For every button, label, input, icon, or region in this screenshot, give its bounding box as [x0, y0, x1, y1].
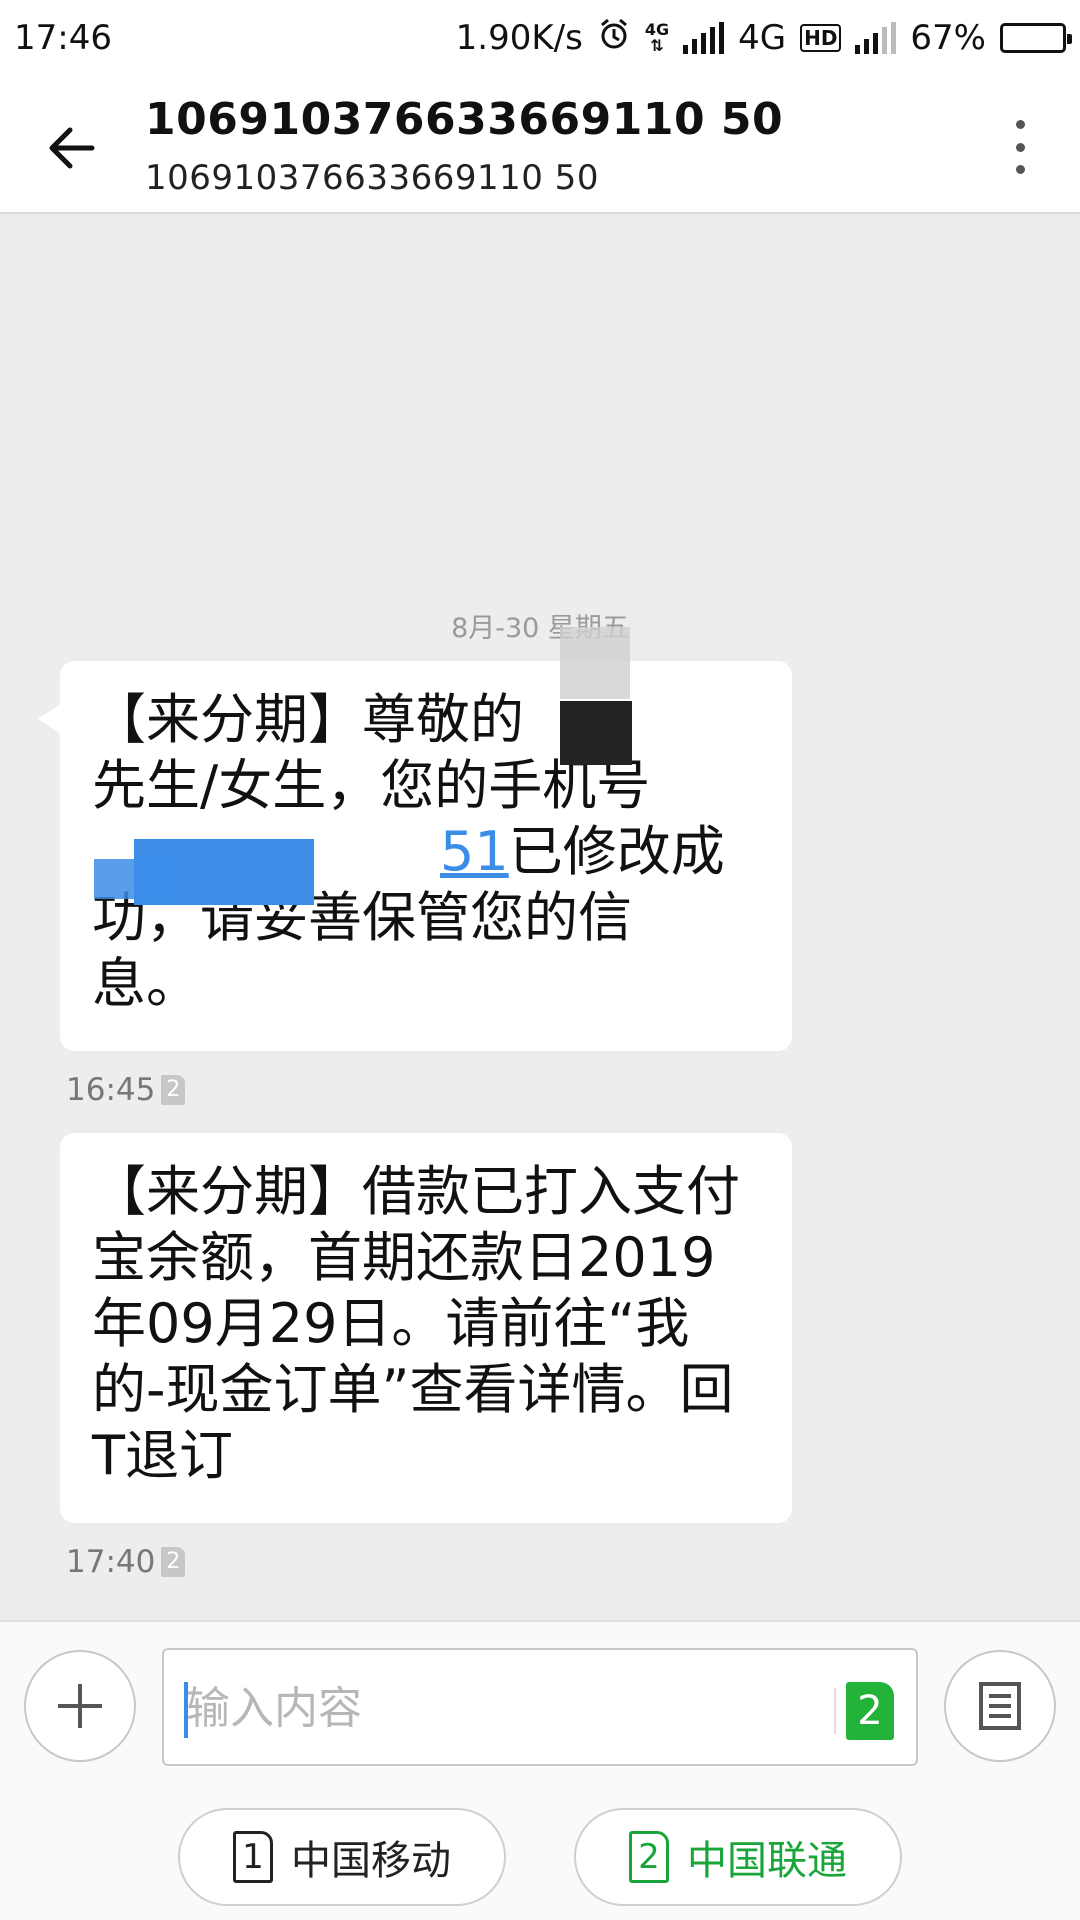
- network-type: 4G: [738, 18, 787, 58]
- message-time: 17:40: [66, 1544, 156, 1580]
- message-meta: 17:40 2: [66, 1544, 186, 1580]
- message-time: 16:45: [66, 1072, 156, 1108]
- sim1-send-button[interactable]: 1 中国移动: [178, 1808, 506, 1906]
- sim2-icon: 2: [629, 1831, 669, 1883]
- document-icon: [979, 1682, 1021, 1730]
- sim1-carrier-label: 中国移动: [291, 1838, 451, 1884]
- sim2-send-button[interactable]: 2 中国联通: [574, 1808, 902, 1906]
- battery-icon: [1000, 23, 1072, 53]
- send-sim-selector[interactable]: 2: [846, 1682, 894, 1740]
- network-speed: 1.90K/s: [455, 18, 583, 58]
- signal-sim2-icon: [855, 22, 897, 54]
- more-dot-icon: [1015, 142, 1025, 152]
- alarm-icon: [597, 17, 631, 60]
- message-meta: 16:45 2: [66, 1072, 186, 1108]
- hd-voice-icon: HD: [800, 24, 842, 52]
- status-bar: 17:46 1.90K/s 4G ⇅ 4G HD 67%: [0, 0, 1080, 76]
- contact-number: 106910376633669110 50: [145, 158, 599, 198]
- message-input-box[interactable]: 2: [162, 1648, 918, 1766]
- date-separator: 8月-30 星期五: [451, 613, 629, 644]
- sim2-carrier-label: 中国联通: [687, 1838, 847, 1884]
- sim-card-icon: 2: [161, 1075, 186, 1105]
- status-icons: 1.90K/s 4G ⇅ 4G HD 67%: [455, 17, 1072, 60]
- contact-title: 106910376633669110 50: [145, 94, 784, 145]
- conversation-header: 106910376633669110 50 106910376633669110…: [0, 76, 1080, 214]
- message-bubble[interactable]: 【来分期】借款已打入支付宝余额，首期还款日2019年09月29日。请前往“我的-…: [60, 1133, 792, 1523]
- back-button[interactable]: [40, 116, 104, 180]
- redaction-mosaic: [560, 627, 630, 699]
- more-dot-icon: [1015, 165, 1025, 174]
- quick-text-button[interactable]: [944, 1650, 1056, 1762]
- back-arrow-icon: [49, 127, 95, 169]
- more-options-button[interactable]: [1000, 114, 1040, 180]
- more-dot-icon: [1015, 120, 1025, 129]
- sms-conversation-screen: 17:46 1.90K/s 4G ⇅ 4G HD 67% 106910376633…: [0, 0, 1080, 1920]
- message-text: 【来分期】借款已打入支付宝余额，首期还款日2019年09月29日。请前往“我的-…: [92, 1160, 740, 1487]
- redaction-block: [94, 859, 174, 899]
- sim-card-icon: 2: [161, 1547, 186, 1577]
- status-time: 17:46: [14, 18, 112, 58]
- mobile-data-icon: 4G ⇅: [644, 20, 670, 55]
- redaction-mosaic: [560, 701, 632, 765]
- message-bubble[interactable]: 【来分期】尊敬的 先生/女生，您的手机号 51已修改成 功，请妥善保管您的信 息…: [38, 627, 792, 1051]
- message-input[interactable]: [186, 1670, 786, 1746]
- divider: [834, 1688, 836, 1734]
- sim1-icon: 1: [233, 1831, 273, 1883]
- signal-sim1-icon: [683, 22, 725, 54]
- plus-icon: [58, 1684, 102, 1728]
- battery-percent: 67%: [910, 18, 986, 58]
- add-attachment-button[interactable]: [24, 1650, 136, 1762]
- message-composer: 2 1 中国移动 2 中国联通: [0, 1620, 1080, 1920]
